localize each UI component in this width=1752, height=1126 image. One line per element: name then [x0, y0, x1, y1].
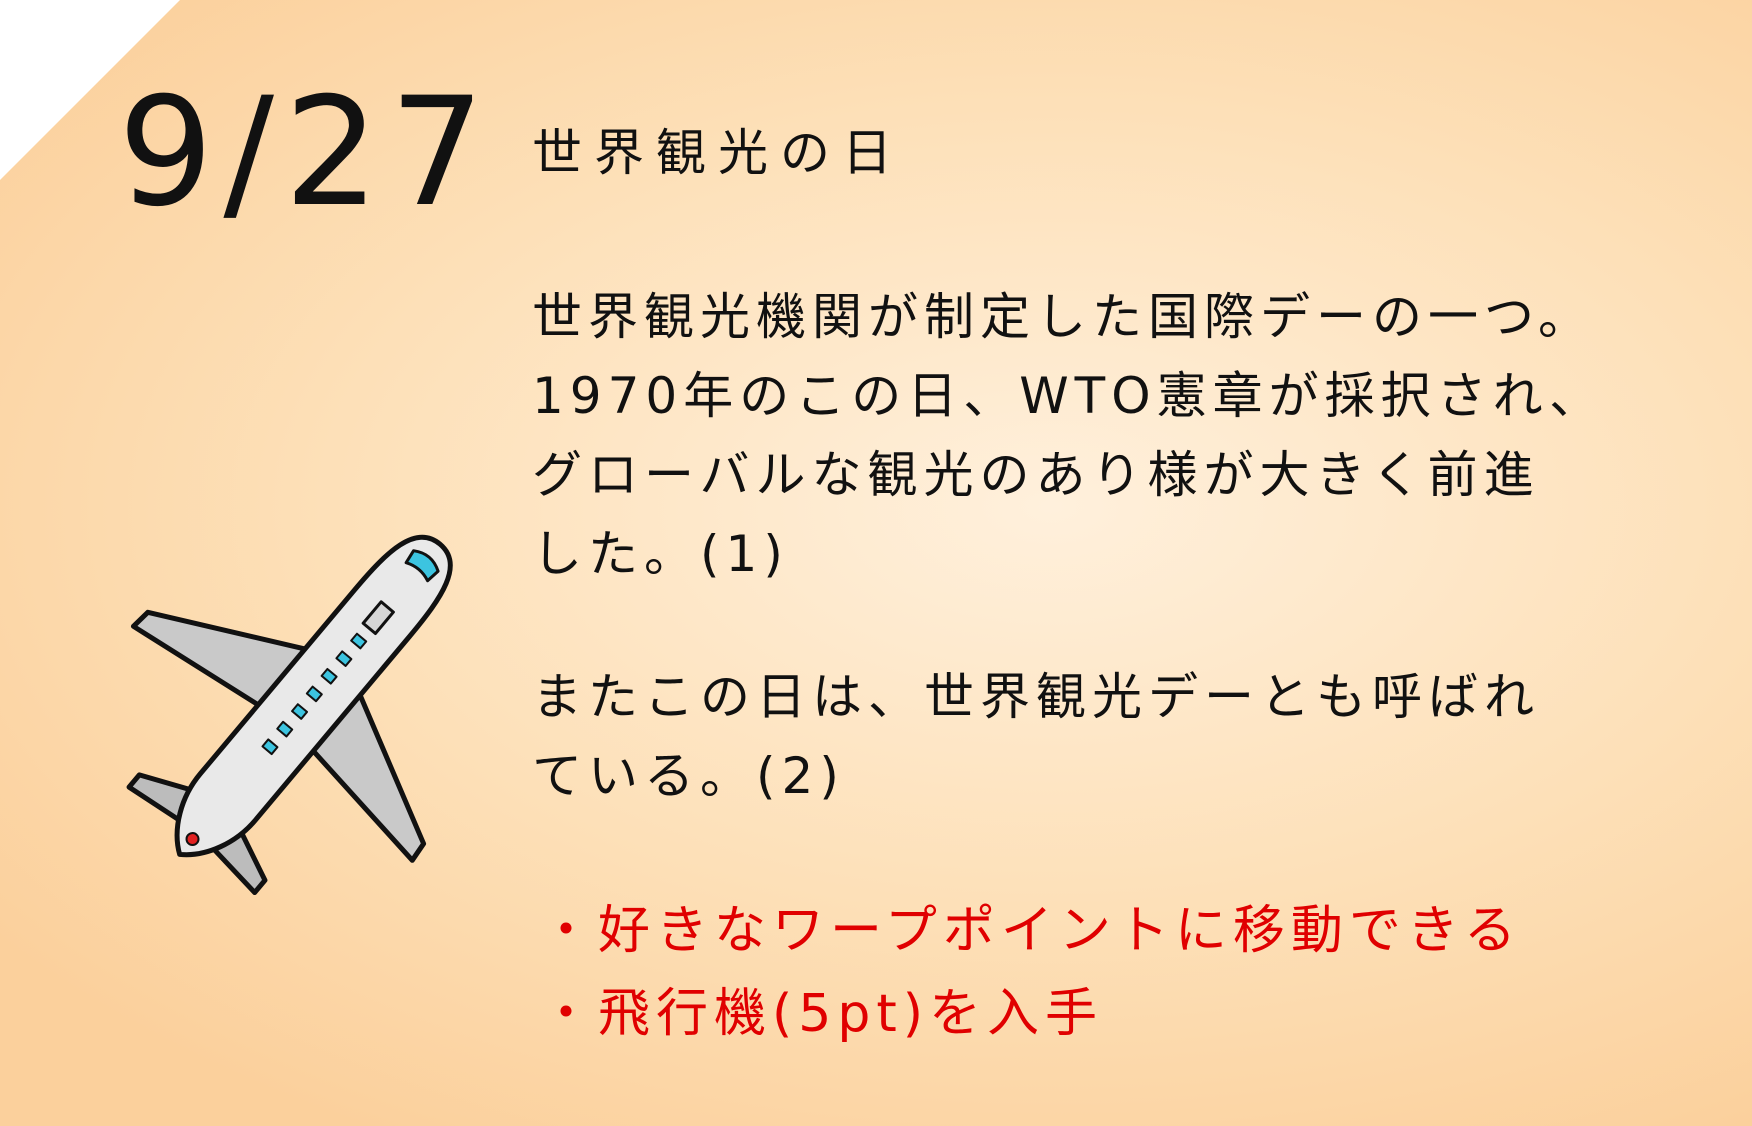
card-title: 世界観光の日 — [532, 124, 904, 182]
note-line: ている。(2) — [532, 747, 845, 805]
description-line: した。(1) — [532, 525, 789, 583]
note-text: またこの日は、世界観光デーとも呼ばれ ている。(2) — [532, 658, 1540, 816]
reward-airplane: ・飛行機(5pt)を入手 — [540, 984, 1104, 1044]
note-line: またこの日は、世界観光デーとも呼ばれ — [532, 668, 1540, 726]
description-text: 世界観光機関が制定した国際デーの一つ。 1970年のこの日、WTO憲章が採択され… — [532, 278, 1605, 594]
airplane-icon — [126, 534, 453, 895]
description-line: 世界観光機関が制定した国際デーの一つ。 — [532, 288, 1594, 346]
description-line: グローバルな観光のあり様が大きく前進 — [532, 446, 1540, 504]
event-card: 9/27 世界観光の日 世界観光機関が制定した国際デーの一つ。 1970年のこの… — [0, 0, 1752, 1126]
description-line: 1970年のこの日、WTO憲章が採択され、 — [532, 367, 1606, 425]
card-date: 9/27 — [118, 66, 495, 240]
reward-warp: ・好きなワープポイントに移動できる — [540, 901, 1522, 961]
